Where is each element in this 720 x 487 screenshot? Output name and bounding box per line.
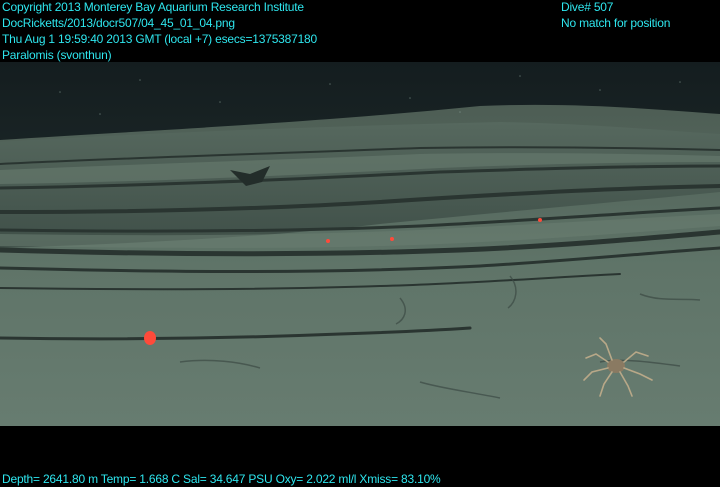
copyright-text: Copyright 2013 Monterey Bay Aquarium Res… xyxy=(2,0,304,14)
overlay-header-left: Copyright 2013 Monterey Bay Aquarium Res… xyxy=(2,0,317,63)
file-path-text: DocRicketts/2013/docr507/04_45_01_04.png xyxy=(2,16,235,30)
species-label: Paralomis (svonthun) xyxy=(2,48,112,62)
timestamp-text: Thu Aug 1 19:59:40 2013 GMT (local +7) e… xyxy=(2,32,318,46)
video-frame: Copyright 2013 Monterey Bay Aquarium Res… xyxy=(0,0,720,486)
overlay-header-right: Dive# 507 No match for position xyxy=(561,0,670,31)
dive-number: Dive# 507 xyxy=(561,0,614,14)
position-status: No match for position xyxy=(561,16,671,30)
telemetry-readout: Depth= 2641.80 m Temp= 1.668 C Sal= 34.6… xyxy=(2,472,441,486)
seafloor-image xyxy=(0,62,720,426)
